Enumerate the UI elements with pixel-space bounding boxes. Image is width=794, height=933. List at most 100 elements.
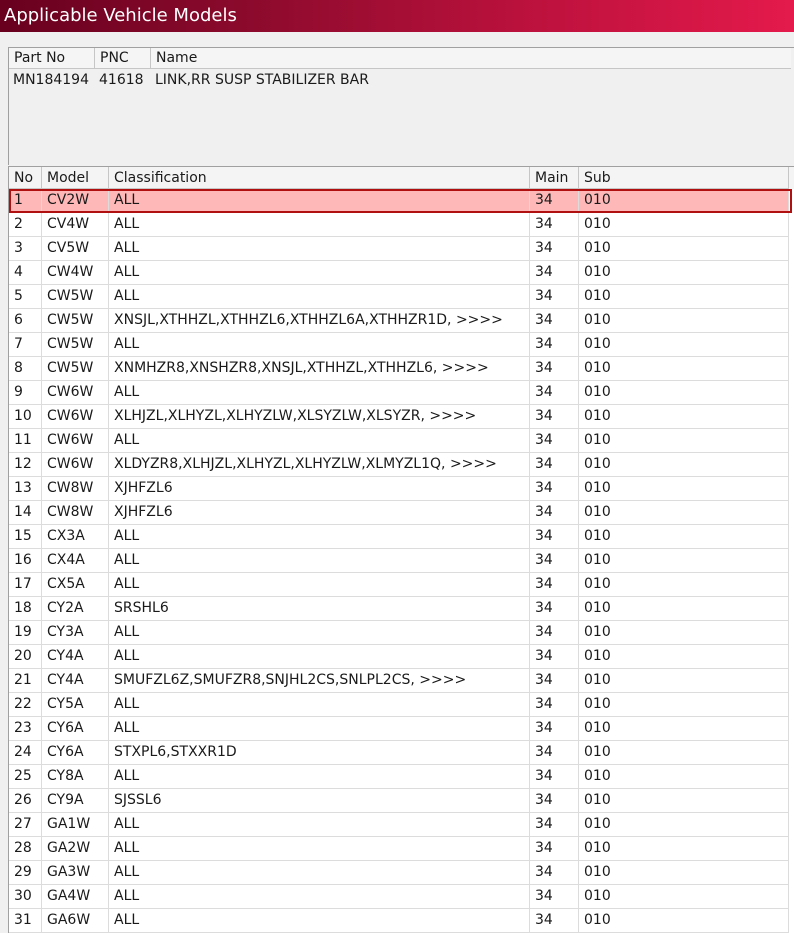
- table-row[interactable]: 4 CW4W ALL 34 010: [9, 261, 794, 285]
- model-cell: CY3A: [42, 621, 109, 645]
- row-number-cell: 26: [9, 789, 42, 813]
- table-row[interactable]: 18 CY2A SRSHL6 34 010: [9, 597, 794, 621]
- row-number-cell: 29: [9, 861, 42, 885]
- classification-cell: ALL: [109, 621, 530, 645]
- sub-cell: 010: [579, 261, 789, 285]
- model-cell: CV5W: [42, 237, 109, 261]
- part-no-cell: MN184194: [13, 72, 89, 88]
- row-number-cell: 27: [9, 813, 42, 837]
- table-row[interactable]: 16 CX4A ALL 34 010: [9, 549, 794, 573]
- model-cell: CY4A: [42, 669, 109, 693]
- table-row[interactable]: 29 GA3W ALL 34 010: [9, 861, 794, 885]
- classification-cell: XLDYZR8,XLHJZL,XLHYZL,XLHYZLW,XLMYZL1Q, …: [109, 453, 530, 477]
- table-row[interactable]: 2 CV4W ALL 34 010: [9, 213, 794, 237]
- classification-cell: ALL: [109, 237, 530, 261]
- sub-cell: 010: [579, 885, 789, 909]
- row-number-cell: 21: [9, 669, 42, 693]
- main-cell: 34: [530, 669, 579, 693]
- column-header-model[interactable]: Model: [42, 167, 109, 189]
- model-cell: CW6W: [42, 453, 109, 477]
- table-row[interactable]: 1 CV2W ALL 34 010: [9, 189, 794, 213]
- table-row[interactable]: 9 CW6W ALL 34 010: [9, 381, 794, 405]
- main-cell: 34: [530, 501, 579, 525]
- main-cell: 34: [530, 741, 579, 765]
- table-row[interactable]: 28 GA2W ALL 34 010: [9, 837, 794, 861]
- table-row[interactable]: 30 GA4W ALL 34 010: [9, 885, 794, 909]
- table-row[interactable]: 31 GA6W ALL 34 010: [9, 909, 794, 933]
- table-row[interactable]: 22 CY5A ALL 34 010: [9, 693, 794, 717]
- table-row[interactable]: 19 CY3A ALL 34 010: [9, 621, 794, 645]
- main-cell: 34: [530, 573, 579, 597]
- classification-cell: ALL: [109, 909, 530, 933]
- column-header-part-no[interactable]: Part No: [9, 48, 95, 69]
- column-header-classification[interactable]: Classification: [109, 167, 530, 189]
- table-row[interactable]: 12 CW6W XLDYZR8,XLHJZL,XLHYZL,XLHYZLW,XLMY…: [9, 453, 794, 477]
- main-cell: 34: [530, 309, 579, 333]
- table-row[interactable]: 13 CW8W XJHFZL6 34 010: [9, 477, 794, 501]
- model-cell: CW5W: [42, 333, 109, 357]
- column-header-name[interactable]: Name: [151, 48, 791, 69]
- model-cell: CY6A: [42, 717, 109, 741]
- model-cell: CY2A: [42, 597, 109, 621]
- table-row[interactable]: 8 CW5W XNMHZR8,XNSHZR8,XNSJL,XTHHZL,XTHHZL…: [9, 357, 794, 381]
- main-cell: 34: [530, 357, 579, 381]
- classification-cell: ALL: [109, 861, 530, 885]
- sub-cell: 010: [579, 549, 789, 573]
- classification-cell: XLHJZL,XLHYZL,XLHYZLW,XLSYZLW,XLSYZR, >>…: [109, 405, 530, 429]
- part-row[interactable]: MN184194 41618 LINK,RR SUSP STABILIZER B…: [9, 69, 794, 91]
- classification-cell: ALL: [109, 813, 530, 837]
- window-title: Applicable Vehicle Models: [0, 0, 794, 32]
- row-number-cell: 19: [9, 621, 42, 645]
- table-row[interactable]: 10 CW6W XLHJZL,XLHYZL,XLHYZLW,XLSYZLW,XLSY…: [9, 405, 794, 429]
- table-row[interactable]: 15 CX3A ALL 34 010: [9, 525, 794, 549]
- table-row[interactable]: 20 CY4A ALL 34 010: [9, 645, 794, 669]
- sub-cell: 010: [579, 429, 789, 453]
- classification-cell: SRSHL6: [109, 597, 530, 621]
- row-number-cell: 16: [9, 549, 42, 573]
- sub-cell: 010: [579, 597, 789, 621]
- sub-cell: 010: [579, 453, 789, 477]
- main-cell: 34: [530, 717, 579, 741]
- row-number-cell: 4: [9, 261, 42, 285]
- table-row[interactable]: 6 CW5W XNSJL,XTHHZL,XTHHZL6,XTHHZL6A,XTHHZ…: [9, 309, 794, 333]
- table-row[interactable]: 5 CW5W ALL 34 010: [9, 285, 794, 309]
- table-row[interactable]: 14 CW8W XJHFZL6 34 010: [9, 501, 794, 525]
- sub-cell: 010: [579, 333, 789, 357]
- table-row[interactable]: 23 CY6A ALL 34 010: [9, 717, 794, 741]
- sub-cell: 010: [579, 237, 789, 261]
- sub-cell: 010: [579, 693, 789, 717]
- table-row[interactable]: 11 CW6W ALL 34 010: [9, 429, 794, 453]
- sub-cell: 010: [579, 717, 789, 741]
- column-header-no[interactable]: No: [9, 167, 42, 189]
- table-row[interactable]: 26 CY9A SJSSL6 34 010: [9, 789, 794, 813]
- classification-cell: ALL: [109, 381, 530, 405]
- column-header-main[interactable]: Main: [530, 167, 579, 189]
- table-row[interactable]: 24 CY6A STXPL6,STXXR1D 34 010: [9, 741, 794, 765]
- row-number-cell: 22: [9, 693, 42, 717]
- main-cell: 34: [530, 789, 579, 813]
- main-cell: 34: [530, 909, 579, 933]
- classification-cell: ALL: [109, 693, 530, 717]
- table-row[interactable]: 25 CY8A ALL 34 010: [9, 765, 794, 789]
- main-cell: 34: [530, 405, 579, 429]
- model-cell: CY5A: [42, 693, 109, 717]
- table-row[interactable]: 3 CV5W ALL 34 010: [9, 237, 794, 261]
- row-number-cell: 31: [9, 909, 42, 933]
- sub-cell: 010: [579, 621, 789, 645]
- model-cell: CY9A: [42, 789, 109, 813]
- table-row[interactable]: 7 CW5W ALL 34 010: [9, 333, 794, 357]
- sub-cell: 010: [579, 477, 789, 501]
- classification-cell: ALL: [109, 285, 530, 309]
- classification-cell: ALL: [109, 885, 530, 909]
- classification-cell: SMUFZL6Z,SMUFZR8,SNJHL2CS,SNLPL2CS, >>>>: [109, 669, 530, 693]
- model-cell: CW6W: [42, 405, 109, 429]
- table-row[interactable]: 27 GA1W ALL 34 010: [9, 813, 794, 837]
- model-cell: CW5W: [42, 357, 109, 381]
- main-cell: 34: [530, 813, 579, 837]
- table-row[interactable]: 17 CX5A ALL 34 010: [9, 573, 794, 597]
- table-row[interactable]: 21 CY4A SMUFZL6Z,SMUFZR8,SNJHL2CS,SNLPL2CS…: [9, 669, 794, 693]
- column-header-sub[interactable]: Sub: [579, 167, 789, 189]
- sub-cell: 010: [579, 741, 789, 765]
- column-header-pnc[interactable]: PNC: [95, 48, 151, 69]
- sub-cell: 010: [579, 573, 789, 597]
